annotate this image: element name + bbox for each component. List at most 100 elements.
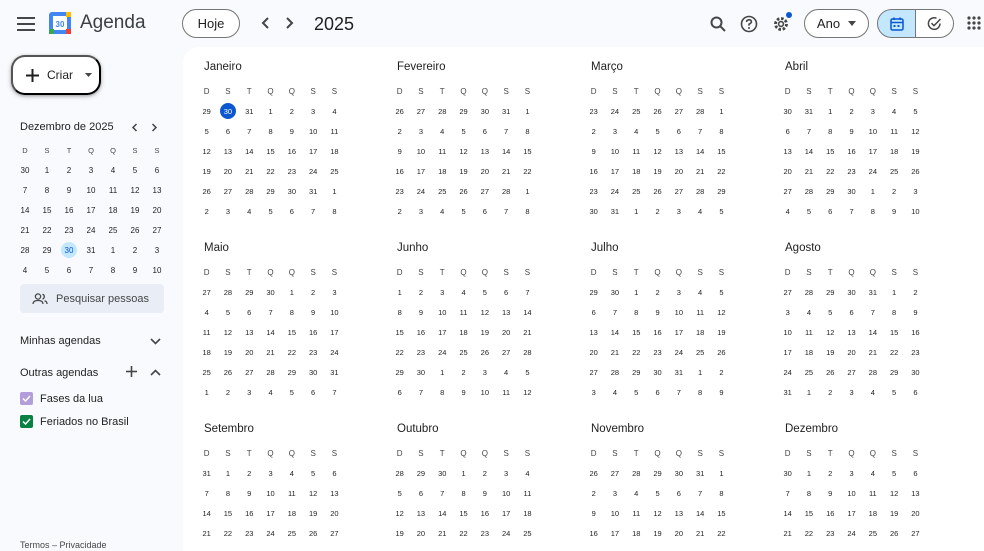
create-button[interactable]: Criar [11,55,101,95]
day-cell[interactable]: 24 [862,161,883,181]
day-cell[interactable]: 13 [495,302,516,322]
day-cell[interactable]: 4 [862,463,883,483]
day-cell[interactable]: 24 [668,342,689,362]
day-cell[interactable]: 3 [604,121,625,141]
day-cell[interactable]: 29 [883,362,904,382]
mini-day[interactable]: 20 [146,200,168,220]
day-cell[interactable]: 12 [517,382,538,402]
day-cell[interactable]: 5 [647,121,668,141]
day-cell[interactable]: 1 [281,282,302,302]
day-cell[interactable]: 25 [798,362,819,382]
day-cell[interactable]: 21 [689,523,710,543]
day-cell[interactable]: 24 [777,362,798,382]
day-cell[interactable]: 4 [281,463,302,483]
day-cell[interactable]: 26 [302,523,323,543]
day-cell[interactable]: 15 [389,322,410,342]
day-cell[interactable]: 1 [626,282,647,302]
tasks-view-toggle[interactable] [915,9,954,38]
day-cell[interactable]: 10 [862,121,883,141]
day-cell[interactable]: 2 [583,121,604,141]
day-cell[interactable]: 1 [389,282,410,302]
day-cell[interactable]: 3 [905,181,926,201]
day-cell[interactable]: 23 [389,181,410,201]
day-cell[interactable]: 1 [711,101,732,121]
mini-calendar-prev-button[interactable] [127,120,141,134]
day-cell[interactable]: 5 [389,483,410,503]
day-cell[interactable]: 16 [239,503,260,523]
day-cell[interactable]: 7 [302,201,323,221]
day-cell[interactable]: 28 [517,342,538,362]
day-cell[interactable]: 2 [196,201,217,221]
day-cell[interactable]: 8 [453,483,474,503]
day-cell[interactable]: 3 [432,282,453,302]
day-cell[interactable]: 8 [820,121,841,141]
day-cell[interactable]: 20 [668,161,689,181]
mini-day[interactable]: 14 [14,200,36,220]
day-cell[interactable]: 6 [389,382,410,402]
day-cell[interactable]: 7 [324,382,345,402]
day-cell[interactable]: 3 [604,483,625,503]
day-cell[interactable]: 7 [689,121,710,141]
day-cell[interactable]: 24 [604,181,625,201]
day-cell[interactable]: 12 [389,503,410,523]
day-cell[interactable]: 16 [281,141,302,161]
day-cell[interactable]: 13 [239,322,260,342]
day-cell[interactable]: 4 [495,362,516,382]
day-cell[interactable]: 6 [474,121,495,141]
day-cell[interactable]: 29 [281,362,302,382]
day-cell[interactable]: 11 [626,141,647,161]
day-cell[interactable]: 16 [583,161,604,181]
day-cell[interactable]: 4 [517,463,538,483]
mini-day[interactable]: 3 [146,240,168,260]
day-cell[interactable]: 19 [196,161,217,181]
day-cell[interactable]: 26 [583,463,604,483]
month-name[interactable]: Setembro [204,421,346,437]
day-cell[interactable]: 18 [798,342,819,362]
day-cell[interactable]: 10 [474,382,495,402]
month-name[interactable]: Novembro [591,421,733,437]
day-cell[interactable]: 5 [647,483,668,503]
day-cell[interactable]: 4 [862,382,883,402]
day-cell[interactable]: 5 [474,282,495,302]
day-cell[interactable]: 13 [583,322,604,342]
mini-day[interactable]: 25 [102,220,124,240]
day-cell[interactable]: 9 [281,121,302,141]
mini-day[interactable]: 10 [146,260,168,280]
day-cell[interactable]: 11 [626,503,647,523]
checkbox-checked-icon[interactable] [20,392,33,405]
day-cell[interactable]: 6 [281,201,302,221]
day-cell[interactable]: 30 [432,463,453,483]
day-cell[interactable]: 31 [668,362,689,382]
day-cell[interactable]: 15 [711,503,732,523]
mini-day[interactable]: 15 [36,200,58,220]
day-cell[interactable]: 3 [410,121,431,141]
mini-day[interactable]: 8 [36,180,58,200]
day-cell[interactable]: 26 [711,342,732,362]
day-cell[interactable]: 23 [905,342,926,362]
day-cell[interactable]: 29 [389,362,410,382]
day-cell[interactable]: 13 [841,322,862,342]
day-cell[interactable]: 7 [777,483,798,503]
day-cell[interactable]: 16 [474,503,495,523]
day-cell[interactable]: 26 [883,523,904,543]
day-cell[interactable]: 9 [302,302,323,322]
day-cell[interactable]: 5 [302,463,323,483]
day-cell[interactable]: 5 [711,282,732,302]
calendar-item-moon-phases[interactable]: Fases da lua [20,392,103,405]
day-cell[interactable]: 4 [239,201,260,221]
day-cell[interactable]: 15 [626,322,647,342]
day-cell[interactable]: 29 [820,181,841,201]
day-cell[interactable]: 17 [604,161,625,181]
day-cell[interactable]: 3 [302,101,323,121]
day-cell[interactable]: 19 [647,161,668,181]
day-cell[interactable]: 5 [217,302,238,322]
day-cell[interactable]: 9 [883,201,904,221]
day-cell[interactable]: 14 [689,141,710,161]
day-cell[interactable]: 31 [196,463,217,483]
day-cell[interactable]: 2 [647,282,668,302]
day-cell[interactable]: 3 [495,463,516,483]
day-cell[interactable]: 24 [841,523,862,543]
day-cell[interactable]: 6 [668,121,689,141]
day-cell[interactable]: 27 [777,181,798,201]
day-cell[interactable]: 14 [239,141,260,161]
